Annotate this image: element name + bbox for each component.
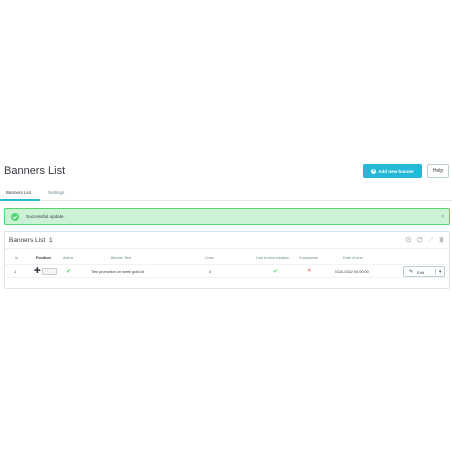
add-new-banner-button[interactable]: + Add new banner (363, 164, 422, 178)
column-header-id[interactable]: Id (15, 256, 18, 260)
panel-count: 1 (49, 237, 53, 244)
active-check-icon[interactable]: ✔ (66, 268, 71, 275)
help-button[interactable]: Help (427, 164, 449, 178)
column-header-active[interactable]: Active (63, 256, 73, 260)
panel-header: Banners List 1 (5, 232, 449, 249)
close-icon[interactable]: × (441, 214, 444, 220)
table-row[interactable]: 1 ✚ ✔ Test promotion on week gold kit 4 … (5, 264, 449, 278)
column-header-banner-text[interactable]: Banner Text (111, 256, 131, 260)
tab-banners-list[interactable]: Banners List (6, 190, 31, 195)
tab-settings[interactable]: Settings (48, 190, 64, 195)
trash-icon[interactable] (438, 236, 445, 243)
tab-bar: Banners List Settings (0, 186, 452, 201)
countdown-cross-icon[interactable]: ✕ (307, 268, 312, 274)
alert-message: Successful update. (26, 214, 65, 219)
column-header-countdown[interactable]: Countdown (299, 256, 318, 260)
panel-title: Banners List (9, 237, 46, 244)
active-tab-indicator (0, 199, 40, 201)
page-title: Banners List (4, 165, 66, 177)
column-header-date-of-end[interactable]: Date of end (343, 256, 363, 260)
refresh-icon[interactable] (416, 236, 423, 243)
column-header-link-new-window[interactable]: Link in new window (256, 256, 289, 260)
row-date-of-end: 0110-0322 00:00:00 (335, 270, 369, 274)
drag-handle-icon[interactable]: ✚ (34, 267, 41, 275)
column-header-position[interactable]: Position (36, 256, 51, 260)
row-id: 1 (14, 270, 17, 274)
pencil-icon: ✎ (409, 269, 414, 275)
chevron-down-icon[interactable]: ▾ (435, 269, 441, 275)
settings-icon[interactable] (405, 236, 412, 243)
row-links: 4 (209, 270, 212, 274)
success-alert: Successful update. × (4, 208, 450, 225)
edit-label: Edit (417, 270, 424, 275)
column-header-links[interactable]: Links (205, 256, 214, 260)
check-circle-icon (11, 212, 19, 221)
position-field[interactable] (42, 268, 57, 275)
edit-button[interactable]: ✎ Edit ▾ (403, 266, 445, 277)
sql-icon[interactable] (427, 236, 434, 243)
row-banner-text: Test promotion on week gold kit (91, 270, 145, 274)
banners-panel: Banners List 1 Id Position Active Banner… (4, 231, 450, 289)
new-window-check-icon[interactable]: ✔ (273, 268, 278, 275)
add-new-banner-label: Add new banner (378, 168, 414, 174)
plus-icon: + (371, 167, 377, 174)
